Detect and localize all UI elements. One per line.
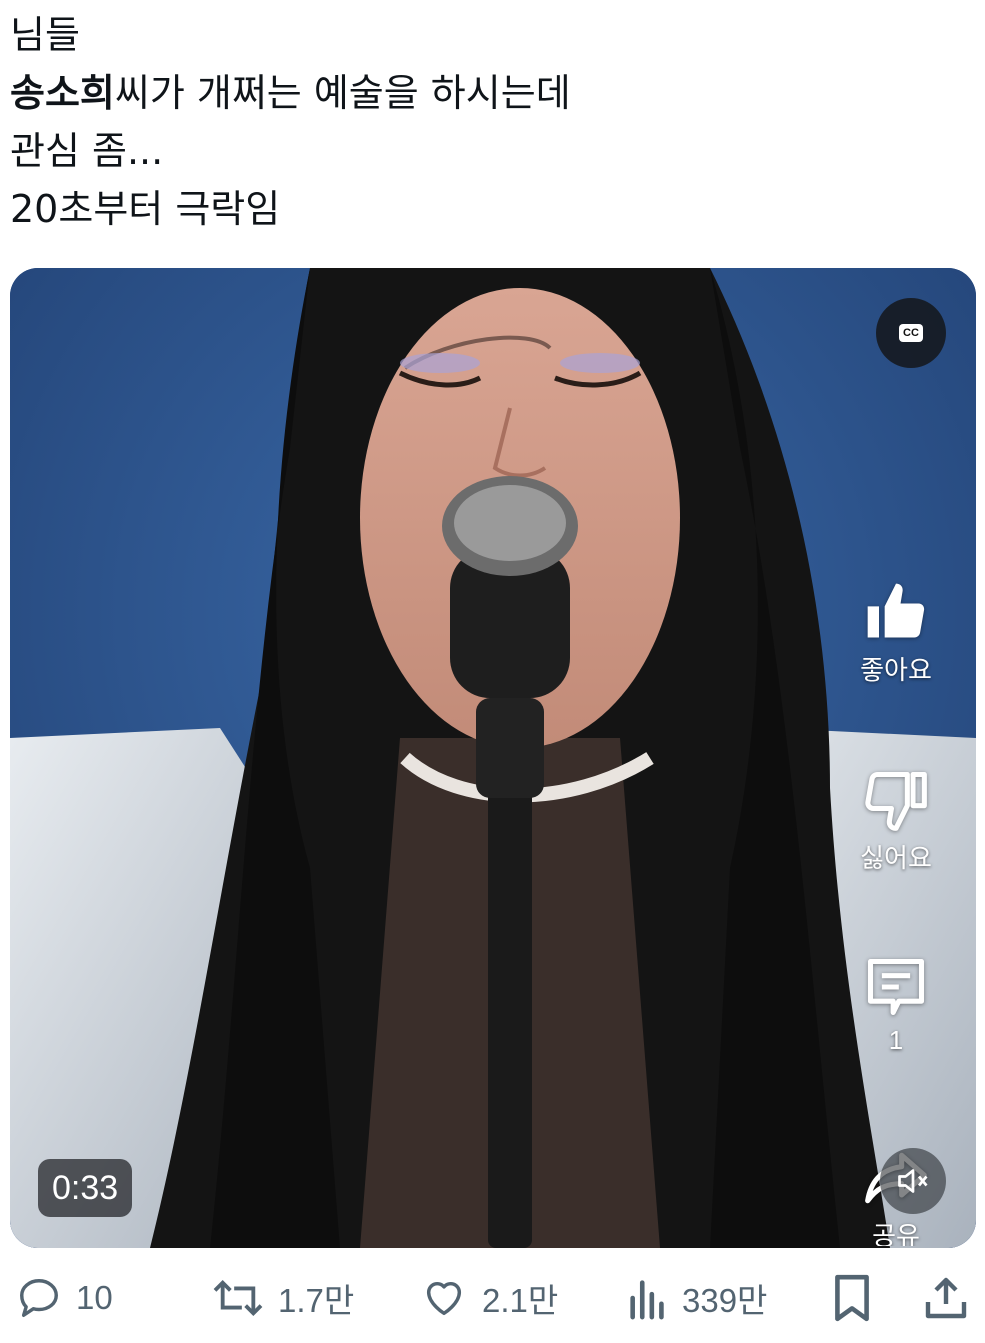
captions-button[interactable]: CC bbox=[876, 298, 946, 368]
video-comment-count: 1 bbox=[888, 1025, 904, 1055]
heart-icon bbox=[426, 1281, 462, 1316]
like-count: 2.1만 bbox=[482, 1282, 559, 1319]
dislike-video-button[interactable]: 싫어요 bbox=[846, 766, 946, 875]
video-frame bbox=[10, 268, 976, 1248]
post-line-4: 20초부터 극락임 bbox=[10, 187, 281, 231]
post-action-bar: 10 1.7만 2.1만 339만 bbox=[0, 1268, 985, 1328]
view-count: 339만 bbox=[682, 1282, 768, 1319]
views-button[interactable]: 339만 bbox=[628, 1268, 767, 1328]
reply-button[interactable]: 10 bbox=[16, 1268, 113, 1328]
like-button[interactable]: 2.1만 bbox=[420, 1268, 558, 1328]
repost-button[interactable]: 1.7만 bbox=[212, 1268, 354, 1328]
video-share-label: 공유 bbox=[872, 1221, 920, 1246]
mention-name: 송소희 bbox=[10, 71, 115, 115]
like-video-button[interactable]: 좋아요 bbox=[846, 578, 946, 687]
analytics-bars-icon bbox=[630, 1280, 664, 1320]
post-line-2: 송소희씨가 개쩌는 예술을 하시는데 bbox=[10, 64, 970, 122]
speaker-muted-icon bbox=[898, 1169, 928, 1193]
thumbs-up-icon bbox=[867, 583, 925, 638]
share-button[interactable] bbox=[922, 1268, 970, 1328]
dislike-video-label: 싫어요 bbox=[860, 843, 932, 873]
post-line-2-rest: 씨가 개쩌는 예술을 하시는데 bbox=[114, 71, 571, 115]
video-player[interactable]: CC 좋아요 싫어요 1 공유 0:33 bbox=[10, 268, 976, 1248]
comment-icon bbox=[867, 958, 925, 1016]
post-line-1: 님들 bbox=[10, 13, 80, 57]
cc-icon: CC bbox=[899, 324, 923, 342]
video-comments-button[interactable]: 1 bbox=[846, 953, 946, 1056]
bookmark-button[interactable] bbox=[830, 1268, 874, 1328]
reply-count: 10 bbox=[76, 1279, 113, 1316]
repost-count: 1.7만 bbox=[278, 1282, 355, 1319]
upload-share-icon bbox=[925, 1277, 967, 1319]
like-video-label: 좋아요 bbox=[860, 655, 932, 685]
video-timestamp: 0:33 bbox=[38, 1159, 133, 1217]
post-line-3: 관심 좀... bbox=[10, 129, 164, 173]
reply-icon bbox=[20, 1279, 58, 1317]
post-text: 님들 송소희씨가 개쩌는 예술을 하시는데 관심 좀... 20초부터 극락임 bbox=[10, 6, 970, 238]
thumbs-down-icon bbox=[865, 771, 927, 831]
mute-button[interactable] bbox=[880, 1148, 946, 1214]
bookmark-icon bbox=[835, 1274, 869, 1322]
repost-icon bbox=[213, 1279, 263, 1317]
